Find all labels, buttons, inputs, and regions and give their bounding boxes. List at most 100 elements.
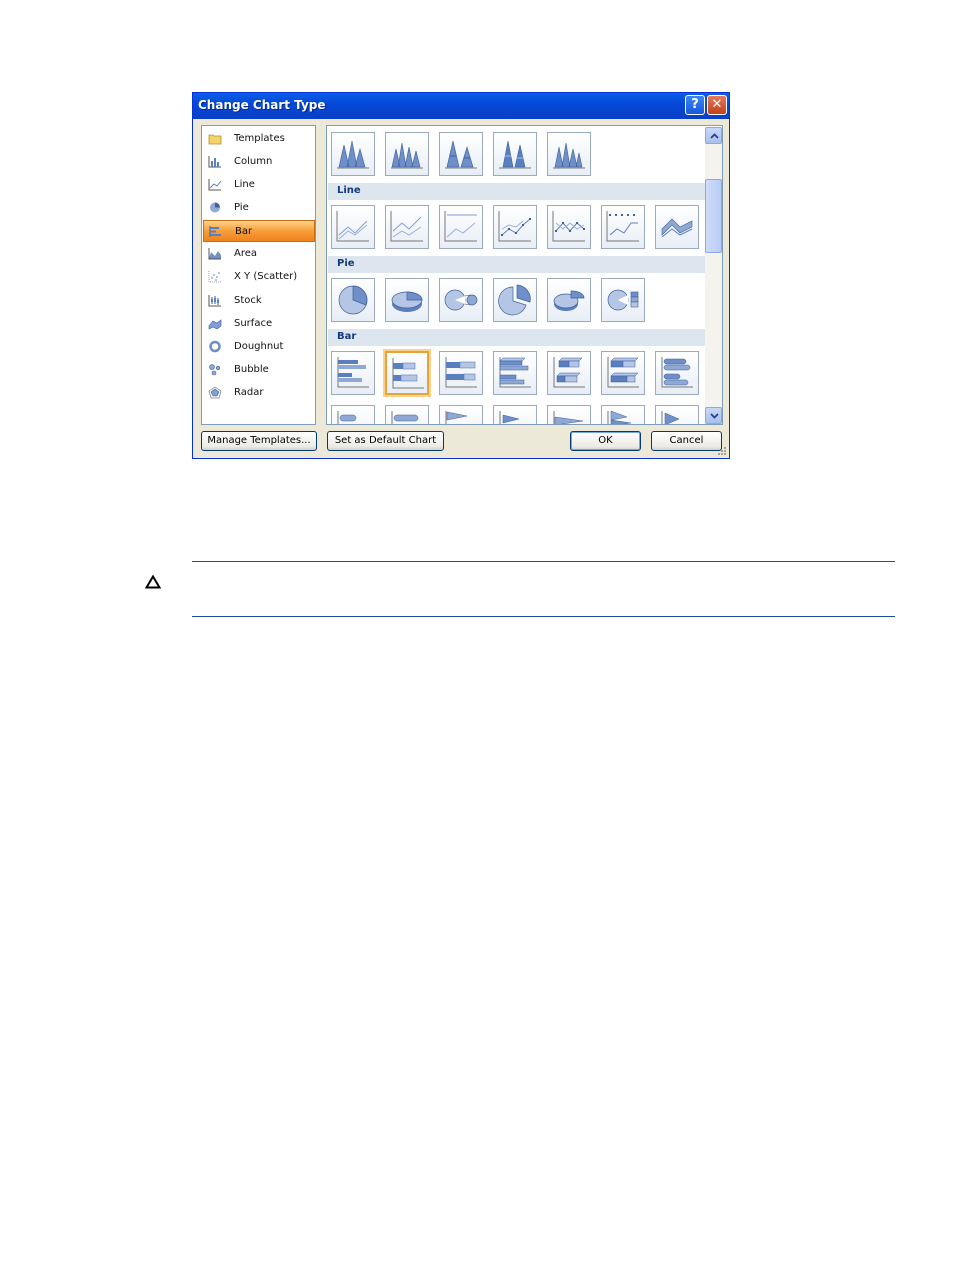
dialog-title: Change Chart Type [198, 98, 326, 112]
stacked-line-markers-icon [552, 211, 585, 242]
pyramid-bar-icon [661, 411, 680, 424]
list-item-label: Bubble [234, 364, 269, 375]
chart-thumbnail[interactable] [547, 405, 591, 424]
chart-thumbnail[interactable] [331, 351, 375, 395]
scroll-up-button[interactable] [705, 127, 722, 144]
list-item-label: Radar [234, 387, 264, 398]
exploded-pie-icon [498, 284, 531, 316]
chart-thumbnail[interactable] [385, 132, 429, 176]
chart-thumbnail[interactable] [547, 278, 591, 322]
resize-grip-icon[interactable] [717, 446, 727, 456]
section-title: Pie [337, 258, 355, 269]
exploded-3d-pie-icon [553, 290, 585, 311]
chart-thumbnail[interactable] [547, 351, 591, 395]
list-item-label: Surface [234, 318, 273, 329]
chart-thumbnail[interactable] [439, 405, 483, 424]
list-item-label: Doughnut [234, 341, 284, 352]
line-icon [336, 211, 369, 242]
scroll-thumb[interactable] [705, 179, 722, 253]
list-item-templates[interactable]: Templates [203, 128, 315, 150]
radar-chart-icon [208, 386, 222, 399]
section-title: Bar [337, 331, 357, 342]
list-item-column[interactable]: Column [203, 151, 315, 173]
caution-icon [145, 575, 161, 589]
chart-thumbnail[interactable] [493, 205, 537, 249]
line-markers-icon [498, 211, 531, 242]
chart-thumbnail[interactable] [655, 405, 699, 424]
cancel-button[interactable]: Cancel [651, 431, 722, 451]
chart-thumbnail[interactable] [331, 405, 375, 424]
list-item-bubble[interactable]: Bubble [203, 359, 315, 381]
chart-thumbnail[interactable] [547, 205, 591, 249]
100-stacked-line-markers-icon [606, 211, 639, 242]
chart-thumbnail[interactable] [493, 351, 537, 395]
3d-pyramid-column-icon [553, 142, 585, 169]
manage-templates-button[interactable]: Manage Templates... [201, 431, 317, 451]
stock-chart-icon [208, 295, 221, 307]
list-item-radar[interactable]: Radar [203, 382, 315, 404]
chart-thumbnail[interactable] [655, 205, 699, 249]
note-top-rule [192, 561, 895, 562]
ok-button[interactable]: OK [570, 431, 641, 451]
chart-thumbnail[interactable] [331, 278, 375, 322]
chart-thumbnail[interactable] [493, 405, 537, 424]
chart-thumbnail[interactable] [655, 351, 699, 395]
chart-thumbnail[interactable] [439, 351, 483, 395]
chart-thumbnail[interactable] [439, 278, 483, 322]
chart-subtype-gallery: Line Pie Bar [326, 125, 723, 425]
close-icon[interactable]: ✕ [707, 95, 727, 115]
stacked-100-pyramid-icon [445, 140, 477, 169]
chart-thumbnail[interactable] [385, 405, 429, 424]
list-item-label: Templates [234, 133, 285, 144]
cone-bar-icon [445, 411, 468, 424]
chart-thumbnail[interactable] [385, 278, 429, 322]
chart-thumbnail[interactable] [331, 205, 375, 249]
list-item-label: Line [234, 179, 255, 190]
list-item-area[interactable]: Area [203, 243, 315, 265]
3d-pie-icon [391, 291, 423, 312]
list-item-doughnut[interactable]: Doughnut [203, 336, 315, 358]
chart-thumbnail[interactable] [493, 278, 537, 322]
list-item-surface[interactable]: Surface [203, 313, 315, 335]
bar-chart-icon [209, 226, 221, 237]
section-header-pie: Pie [328, 256, 705, 273]
gallery-scrollbar[interactable] [705, 127, 722, 424]
list-item-scatter[interactable]: X Y (Scatter) [203, 266, 315, 288]
set-as-default-chart-button[interactable]: Set as Default Chart [327, 431, 444, 451]
surface-chart-icon [208, 319, 222, 330]
list-item-stock[interactable]: Stock [203, 290, 315, 312]
list-item-pie[interactable]: Pie [203, 197, 315, 219]
section-header-line: Line [328, 183, 705, 200]
title-bar[interactable]: Change Chart Type ? ✕ [193, 93, 729, 119]
chart-thumbnail[interactable] [547, 132, 591, 176]
column-chart-icon [208, 156, 221, 168]
chart-thumbnail-selected[interactable] [385, 351, 429, 395]
stacked-bar-icon [392, 358, 424, 389]
list-item-label: Pie [234, 202, 249, 213]
clustered-bar-icon [337, 357, 369, 388]
chart-thumbnail[interactable] [601, 405, 645, 424]
chart-thumbnail[interactable] [601, 351, 645, 395]
chart-thumbnail[interactable] [331, 132, 375, 176]
stacked-pyramid-icon [391, 142, 423, 169]
bar-of-pie-icon [607, 289, 639, 311]
100-stacked-3d-bar-icon [607, 357, 639, 388]
chart-thumbnail[interactable] [385, 205, 429, 249]
100-stacked-cone-bar-icon [553, 411, 584, 424]
pie-of-pie-icon [444, 289, 478, 311]
list-item-line[interactable]: Line [203, 174, 315, 196]
chart-thumbnail[interactable] [601, 205, 645, 249]
chart-thumbnail[interactable] [493, 132, 537, 176]
help-icon[interactable]: ? [685, 95, 705, 115]
chart-thumbnail[interactable] [601, 278, 645, 322]
chart-type-list: Templates Column Line Pie Bar Area X Y (… [201, 125, 316, 425]
section-title: Line [337, 185, 361, 196]
3d-line-icon [661, 218, 693, 238]
list-item-bar[interactable]: Bar [203, 220, 315, 242]
scatter-chart-icon [208, 271, 221, 283]
cylinder-bar-icon [337, 411, 357, 424]
cylinder-bar-icon [661, 357, 693, 388]
chart-thumbnail[interactable] [439, 132, 483, 176]
scroll-down-button[interactable] [705, 407, 722, 424]
chart-thumbnail[interactable] [439, 205, 483, 249]
